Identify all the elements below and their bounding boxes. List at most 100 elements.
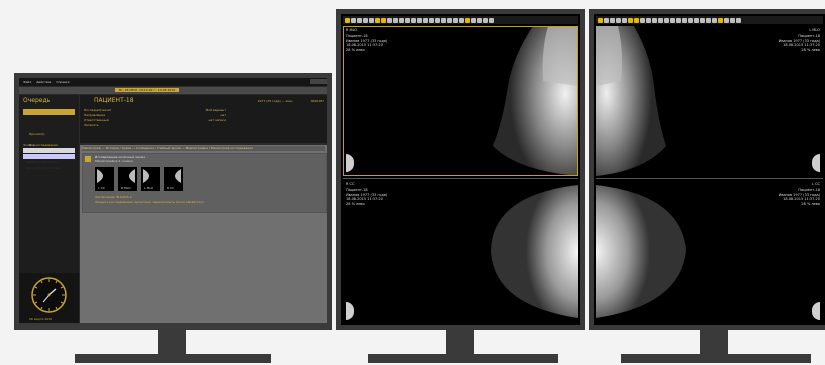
toolbar-icon[interactable]	[736, 17, 741, 23]
toolbar-icon[interactable]	[640, 17, 645, 23]
toolbar-icon[interactable]	[634, 17, 639, 23]
toolbar-icon[interactable]	[471, 17, 476, 23]
toolbar-icon[interactable]	[622, 17, 627, 23]
toolbar-icon[interactable]	[393, 17, 398, 23]
content-panel: Маммограф — История / Архив — Сообщения …	[80, 145, 327, 323]
menu-actions[interactable]: Действия	[36, 80, 51, 84]
thumbnail-strip: L CC R MLO L MLO R CC	[95, 167, 183, 191]
study-note: Заключение: BI-RADS 2	[95, 195, 132, 199]
middle-monitor-neck	[446, 330, 474, 356]
sidebar-filter-pending[interactable]: Требуют обработки	[23, 148, 75, 164]
toolbar-icon[interactable]	[459, 17, 464, 23]
study-card[interactable]: Исследование молочных желез Маммография …	[82, 153, 327, 213]
left-monitor-neck	[158, 330, 186, 356]
orientation-marker	[812, 302, 820, 320]
toolbar-icon[interactable]	[730, 17, 735, 23]
sidebar: Очередь Сегодня Просмотр Все исследовани…	[19, 95, 79, 323]
left-monitor-foot	[75, 354, 271, 363]
patient-header: ПАЦИЕНТ-18 1977 (33 года) — жен. 0000187…	[80, 95, 327, 143]
viewport-top[interactable]: R MLO Пациент-18 Иванов 1977 (33 года) 1…	[343, 26, 578, 176]
toolbar-icon[interactable]	[694, 17, 699, 23]
toolbar-icon[interactable]	[423, 17, 428, 23]
toolbar-icon[interactable]	[375, 17, 380, 23]
toolbar-icon[interactable]	[357, 17, 362, 23]
thumbnail[interactable]: L CC	[95, 167, 114, 191]
sidebar-item-view[interactable]: Просмотр	[23, 120, 75, 136]
sidebar-filter-done[interactable]: Просмотр обработано	[23, 154, 75, 170]
side-label: L MLO	[809, 28, 820, 32]
toolbar-icon[interactable]	[363, 17, 368, 23]
overlay-info: Пациент-18 Иванов 1977 (33 года) 18.08.2…	[346, 188, 388, 206]
viewport-top[interactable]: L MLO Пациент-18 Иванов 1977 (33 года) 1…	[596, 26, 823, 176]
window-controls[interactable]	[310, 79, 327, 84]
toolbar-icon[interactable]	[411, 17, 416, 23]
toolbar-icon[interactable]	[489, 17, 494, 23]
toolbar-icon[interactable]	[453, 17, 458, 23]
viewport-bottom[interactable]: L CC Пациент-18 Иванов 1977 (33 года) 18…	[596, 180, 823, 323]
thumbnail[interactable]: L MLO	[141, 167, 160, 191]
viewport-divider	[596, 178, 823, 179]
study-icon	[85, 156, 91, 162]
toolbar-icon[interactable]	[429, 17, 434, 23]
toolbar-icon[interactable]	[628, 17, 633, 23]
toolbar-icon[interactable]	[598, 17, 603, 23]
toolbar-icon[interactable]	[682, 17, 687, 23]
middle-monitor: R MLO Пациент-18 Иванов 1977 (33 года) 1…	[336, 9, 585, 330]
toolbar-icon[interactable]	[724, 17, 729, 23]
sidebar-item-today[interactable]: Сегодня	[23, 109, 75, 125]
toolbar-icon[interactable]	[417, 17, 422, 23]
patient-id: 0000187	[310, 99, 324, 103]
analog-clock-icon	[31, 277, 67, 313]
viewer-toolbar	[343, 16, 578, 24]
toolbar-icon[interactable]	[616, 17, 621, 23]
side-label: L CC	[812, 182, 820, 186]
toolbar-icon[interactable]	[706, 17, 711, 23]
viewport-divider	[343, 178, 578, 179]
toolbar-icon[interactable]	[399, 17, 404, 23]
toolbar-icon[interactable]	[610, 17, 615, 23]
toolbar-icon[interactable]	[646, 17, 651, 23]
thumbnail[interactable]: R CC	[164, 167, 183, 191]
toolbar-icon[interactable]	[381, 17, 386, 23]
toolbar-icon[interactable]	[387, 17, 392, 23]
menu-help[interactable]: Справка	[56, 80, 69, 84]
breadcrumb[interactable]: Маммограф — История / Архив — Сообщения …	[82, 146, 325, 151]
toolbar-icon[interactable]	[718, 17, 723, 23]
toolbar-icon[interactable]	[712, 17, 717, 23]
toolbar-icon[interactable]	[604, 17, 609, 23]
overlay-info: Пациент-18 Иванов 1977 (33 года) 18.08.2…	[346, 34, 388, 52]
toolbar-icon[interactable]	[676, 17, 681, 23]
status-text: Вс, 28 ИЮЛ. 18:14:02 г., 10:08 2019	[115, 88, 180, 92]
toolbar-icon[interactable]	[664, 17, 669, 23]
toolbar-icon[interactable]	[369, 17, 374, 23]
toolbar-icon[interactable]	[447, 17, 452, 23]
section-title: Очередь	[23, 97, 51, 104]
info-table: Последний визит Мой вариант Направление …	[84, 108, 324, 128]
toolbar-icon[interactable]	[652, 17, 657, 23]
overlay-info: Пациент-18 Иванов 1977 (33 года) 18.08.2…	[778, 34, 820, 52]
toolbar-icon[interactable]	[658, 17, 663, 23]
toolbar-icon[interactable]	[477, 17, 482, 23]
study-note-2: Закрыть (исследование прочитано, пересмо…	[95, 200, 204, 204]
left-monitor: Файл Действия Справка Вс, 28 ИЮЛ. 18:14:…	[14, 73, 332, 330]
toolbar-icon[interactable]	[465, 17, 470, 23]
viewport-bottom[interactable]: R CC Пациент-18 Иванов 1977 (33 года) 18…	[343, 180, 578, 323]
menu-file[interactable]: Файл	[23, 80, 31, 84]
toolbar-icon[interactable]	[441, 17, 446, 23]
middle-monitor-foot	[368, 354, 558, 363]
patient-name: ПАЦИЕНТ-18	[94, 97, 134, 104]
toolbar-icon[interactable]	[670, 17, 675, 23]
toolbar-icon[interactable]	[688, 17, 693, 23]
overlay-info: Пациент-18 Иванов 1977 (33 года) 18.08.2…	[778, 188, 820, 206]
toolbar-icon[interactable]	[351, 17, 356, 23]
thumbnail[interactable]: R MLO	[118, 167, 137, 191]
sidebar-item-all[interactable]: Все исследования	[23, 131, 75, 147]
right-screen: L MLO Пациент-18 Иванов 1977 (33 года) 1…	[594, 14, 825, 325]
right-monitor-foot	[621, 354, 811, 363]
toolbar-icon[interactable]	[345, 17, 350, 23]
clock-date: 28 марта 2019	[29, 317, 52, 321]
toolbar-icon[interactable]	[483, 17, 488, 23]
toolbar-icon[interactable]	[435, 17, 440, 23]
toolbar-icon[interactable]	[700, 17, 705, 23]
toolbar-icon[interactable]	[405, 17, 410, 23]
